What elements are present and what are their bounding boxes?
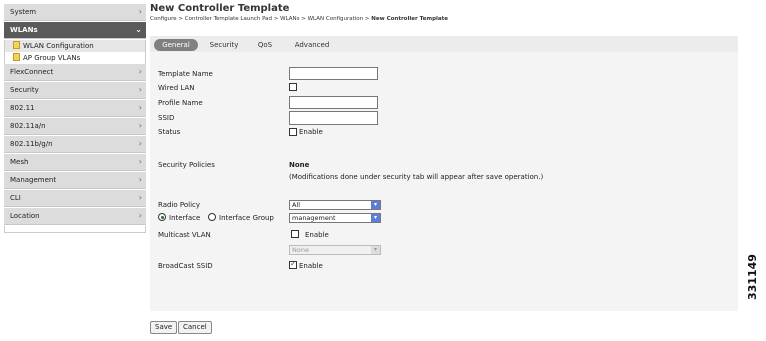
figure-id: 331149: [746, 254, 759, 300]
security-policies-value: None: [289, 161, 310, 169]
chevron-right-icon: ›: [138, 157, 142, 166]
status-enable-checkbox[interactable]: [289, 128, 297, 136]
interface-radio[interactable]: [158, 213, 166, 221]
tab-qos[interactable]: QoS: [254, 39, 276, 51]
chevron-right-icon: ›: [138, 121, 142, 130]
chevron-right-icon: ›: [138, 211, 142, 220]
profile-name-label: Profile Name: [158, 99, 203, 107]
sidebar-item-label: WLANs: [10, 26, 38, 34]
cancel-button[interactable]: Cancel: [178, 321, 212, 334]
chevron-down-icon: ▾: [371, 201, 380, 209]
broadcast-ssid-label: BroadCast SSID: [158, 262, 213, 270]
interface-value: management: [292, 214, 336, 222]
wired-lan-label: Wired LAN: [158, 84, 195, 92]
sidebar-item-mesh[interactable]: Mesh ›: [4, 154, 146, 171]
sidebar-item-label: 802.11: [10, 104, 35, 112]
tab-advanced[interactable]: Advanced: [290, 39, 334, 51]
interface-group-radio[interactable]: [208, 213, 216, 221]
sidebar-nav: System › WLANs ⌄ WLAN Configuration AP G…: [4, 4, 146, 233]
sidebar-item-label: FlexConnect: [10, 68, 54, 76]
sidebar-item-cli[interactable]: CLI ›: [4, 190, 146, 207]
sidebar-item-wlans[interactable]: WLANs ⌄: [4, 22, 146, 39]
profile-name-input[interactable]: [289, 96, 378, 109]
page-title: New Controller Template: [150, 3, 290, 14]
chevron-right-icon: ›: [138, 67, 142, 76]
chevron-down-icon: ⌄: [135, 25, 142, 34]
sidebar-item-label: Location: [10, 212, 40, 220]
sidebar-item-label: 802.11b/g/n: [10, 140, 53, 148]
interface-radio-label: Interface: [169, 214, 201, 222]
sidebar-item-label: System: [10, 8, 37, 16]
multicast-vlan-value: None: [292, 246, 309, 254]
chevron-down-icon: ▾: [371, 246, 380, 254]
status-label: Status: [158, 128, 181, 136]
document-icon: [13, 53, 20, 61]
breadcrumb-wlan-configuration[interactable]: WLAN Configuration >: [308, 16, 370, 22]
sidebar-item-label: Security: [10, 86, 39, 94]
sidebar-item-label: CLI: [10, 194, 21, 202]
tab-security[interactable]: Security: [206, 39, 242, 51]
template-name-label: Template Name: [158, 70, 213, 78]
wired-lan-checkbox[interactable]: [289, 83, 297, 91]
general-form: Template Name Wired LAN Profile Name SSI…: [150, 52, 738, 311]
document-icon: [13, 41, 20, 49]
sidebar-item-80211[interactable]: 802.11 ›: [4, 100, 146, 117]
sidebar-subitem-wlan-configuration[interactable]: WLAN Configuration: [4, 40, 146, 52]
content-panel: General Security QoS Advanced Template N…: [150, 36, 738, 311]
sidebar-subitem-label: WLAN Configuration: [23, 42, 94, 50]
security-policies-label: Security Policies: [158, 161, 215, 169]
breadcrumb-configure[interactable]: Configure >: [150, 16, 183, 22]
sidebar-item-location[interactable]: Location ›: [4, 208, 146, 225]
sidebar-subitem-ap-group-vlans[interactable]: AP Group VLANs: [4, 52, 146, 64]
chevron-right-icon: ›: [138, 85, 142, 94]
sidebar-item-management[interactable]: Management ›: [4, 172, 146, 189]
sidebar-item-security[interactable]: Security ›: [4, 82, 146, 99]
chevron-down-icon: ▾: [371, 214, 380, 222]
chevron-right-icon: ›: [138, 7, 142, 16]
security-policies-note: (Modifications done under security tab w…: [289, 173, 544, 181]
tab-general[interactable]: General: [154, 39, 198, 51]
broadcast-ssid-checkbox[interactable]: [289, 259, 297, 269]
radio-policy-label: Radio Policy: [158, 201, 201, 209]
sidebar-item-flexconnect[interactable]: FlexConnect ›: [4, 64, 146, 81]
multicast-vlan-label: Multicast VLAN: [158, 231, 211, 239]
broadcast-ssid-enable-label: Enable: [299, 262, 323, 270]
interface-group-radio-label: Interface Group: [219, 214, 274, 222]
breadcrumb-current: New Controller Template: [371, 16, 448, 22]
chevron-right-icon: ›: [138, 193, 142, 202]
chevron-right-icon: ›: [138, 139, 142, 148]
breadcrumb-launch-pad[interactable]: Controller Template Launch Pad >: [185, 16, 279, 22]
sidebar-item-80211bgn[interactable]: 802.11b/g/n ›: [4, 136, 146, 153]
sidebar-subitem-label: AP Group VLANs: [23, 54, 81, 62]
sidebar-item-80211an[interactable]: 802.11a/n ›: [4, 118, 146, 135]
radio-policy-value: All: [292, 201, 301, 209]
radio-policy-select[interactable]: All ▾: [289, 200, 381, 210]
sidebar-item-label: 802.11a/n: [10, 122, 46, 130]
sidebar-item-label: Management: [10, 176, 57, 184]
interface-select[interactable]: management ▾: [289, 213, 381, 223]
status-enable-label: Enable: [299, 128, 323, 136]
multicast-vlan-checkbox[interactable]: [291, 230, 299, 238]
chevron-right-icon: ›: [138, 103, 142, 112]
multicast-vlan-select[interactable]: None ▾: [289, 245, 381, 255]
chevron-right-icon: ›: [138, 175, 142, 184]
save-button[interactable]: Save: [150, 321, 178, 334]
sidebar-item-system[interactable]: System ›: [4, 4, 146, 21]
ssid-label: SSID: [158, 114, 175, 122]
multicast-vlan-enable-label: Enable: [305, 231, 329, 239]
template-name-input[interactable]: [289, 67, 378, 80]
breadcrumb-wlans[interactable]: WLANs >: [280, 16, 306, 22]
sidebar-footer: [4, 226, 146, 233]
breadcrumb: Configure > Controller Template Launch P…: [150, 16, 448, 22]
sidebar-item-label: Mesh: [10, 158, 29, 166]
ssid-input[interactable]: [289, 111, 378, 125]
